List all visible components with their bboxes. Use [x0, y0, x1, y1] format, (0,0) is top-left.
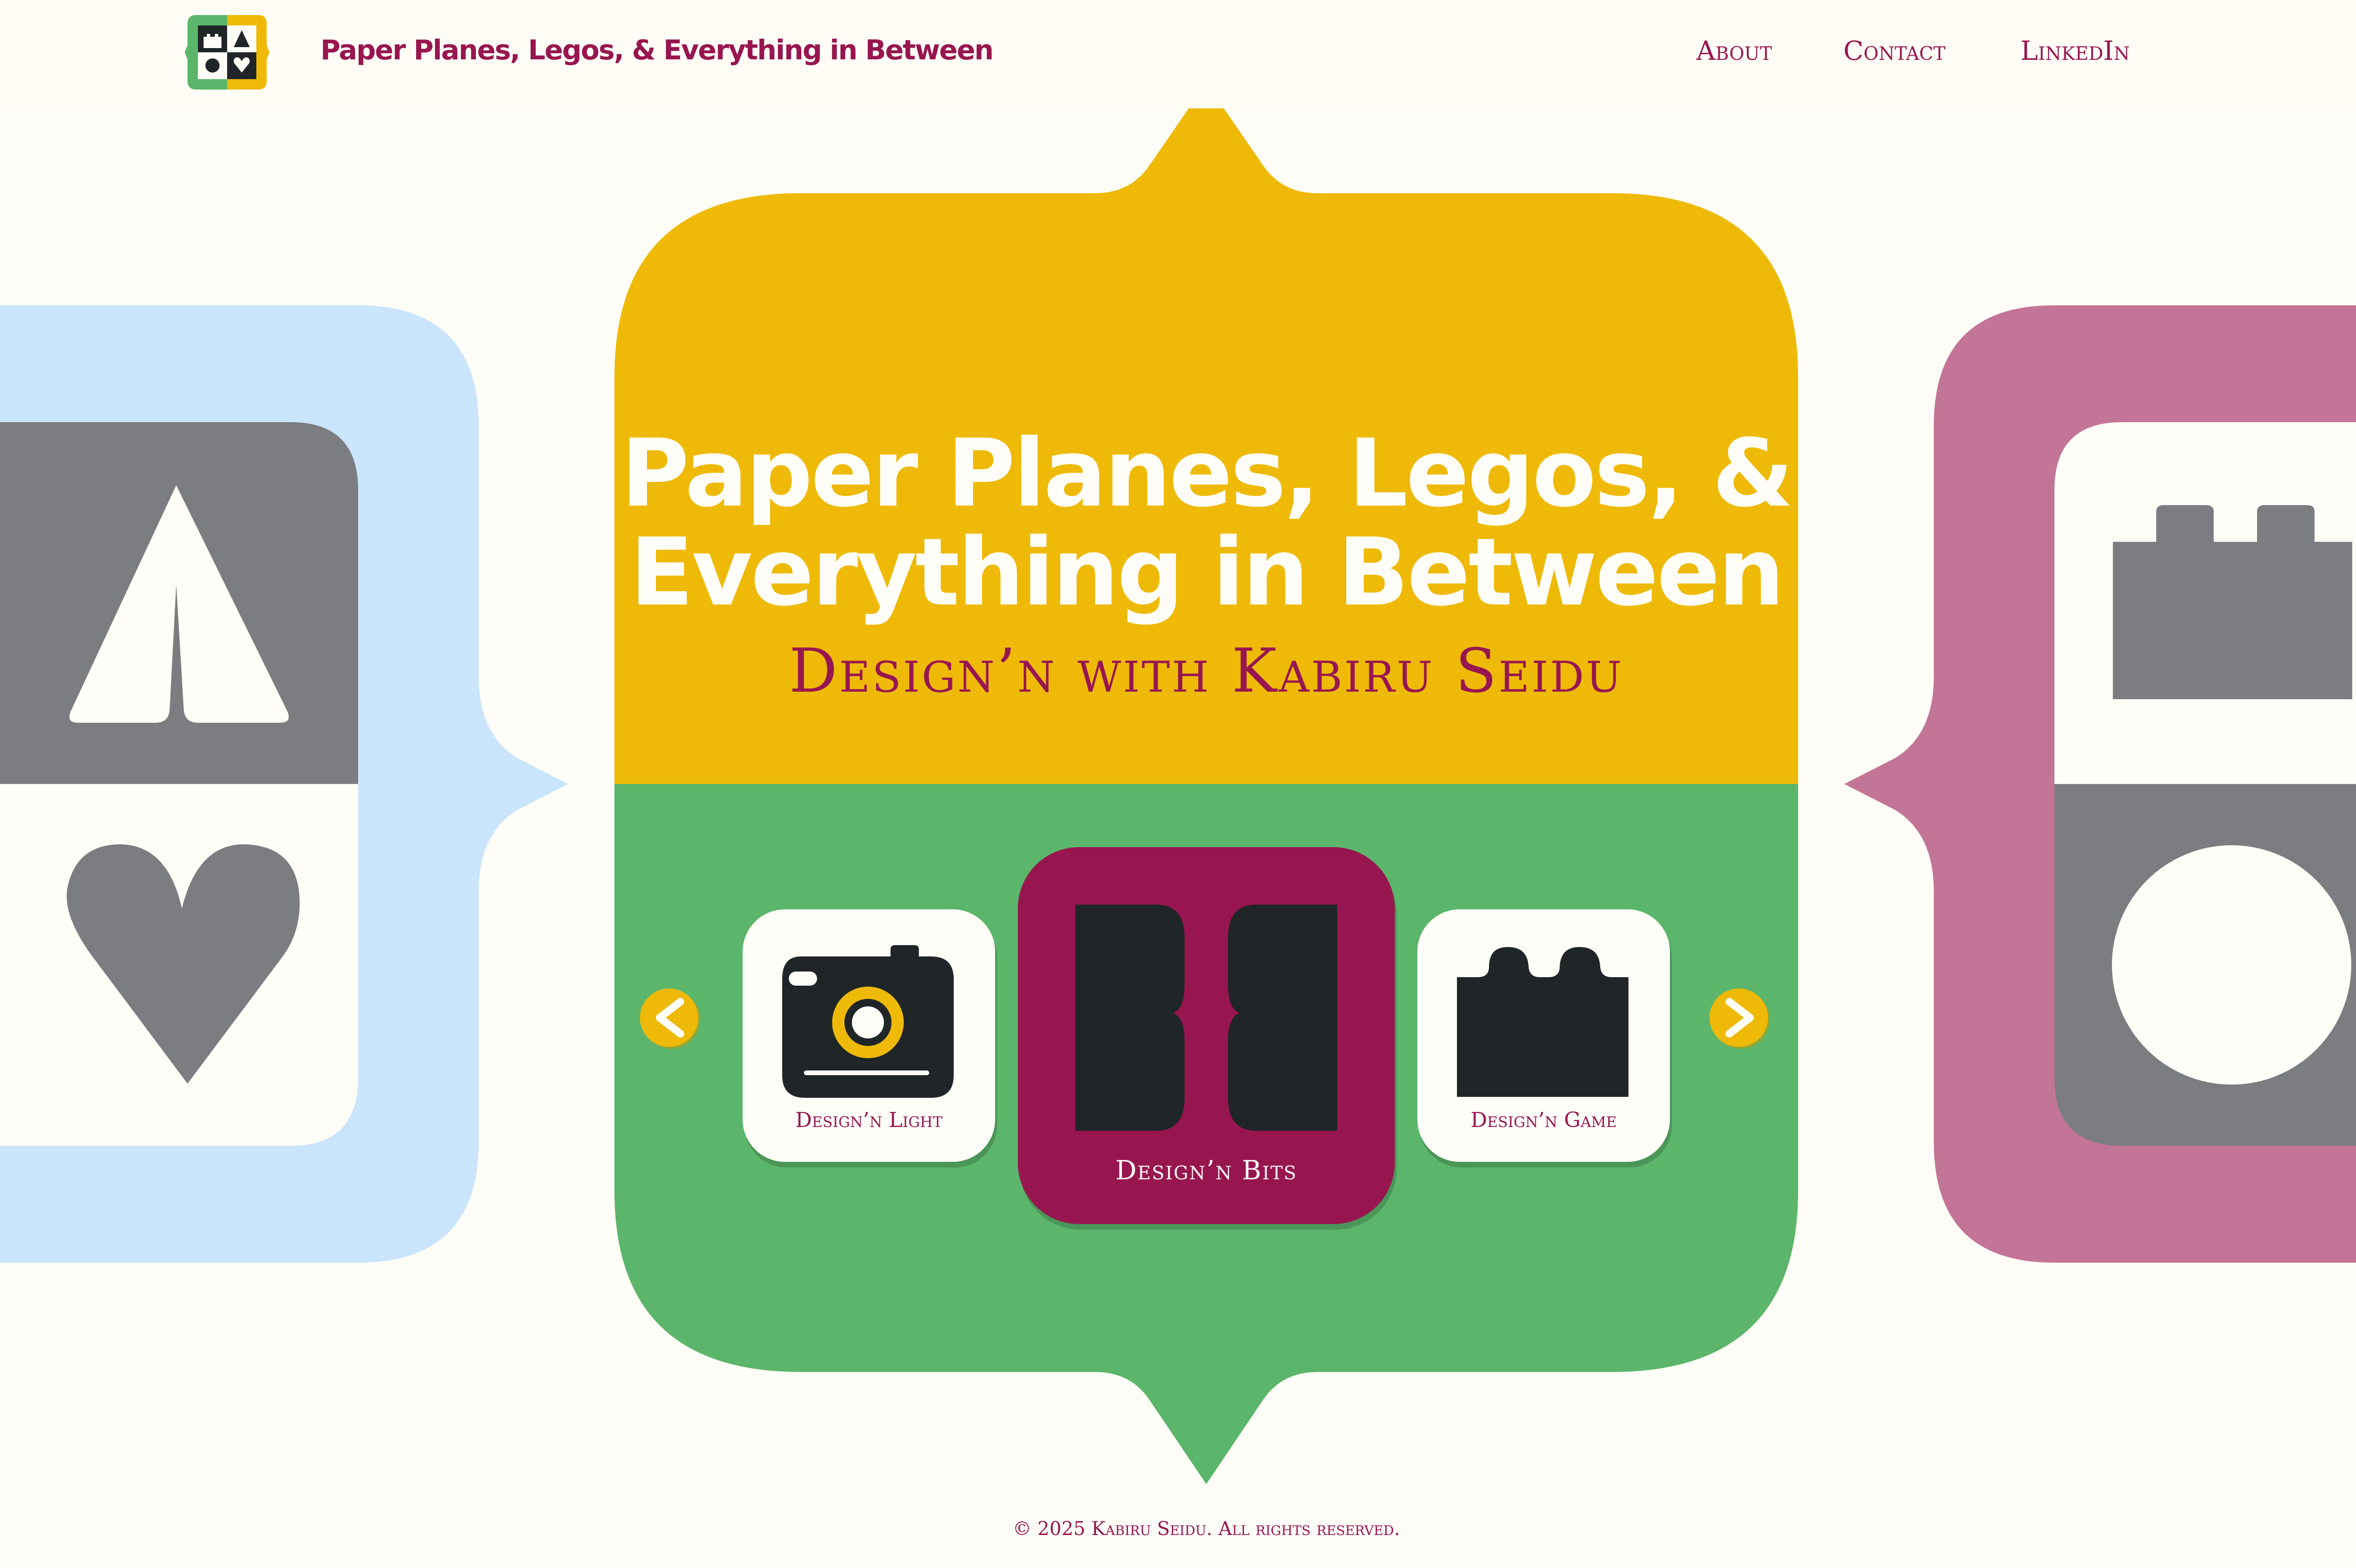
carousel [640, 847, 1770, 1224]
tile-label-design-light: Design’n Light [795, 1108, 943, 1132]
footer-copyright: © 2025 Kabiru Seidu. All rights reserved… [1012, 1518, 1400, 1540]
tile-label-design-game: Design’n Game [1470, 1108, 1617, 1132]
carousel-prev-button[interactable] [640, 988, 700, 1049]
camera-icon [782, 945, 954, 1098]
tile-label-design-bits: Design’n Bits [1115, 1155, 1297, 1186]
carousel-next-button[interactable] [1710, 988, 1770, 1049]
